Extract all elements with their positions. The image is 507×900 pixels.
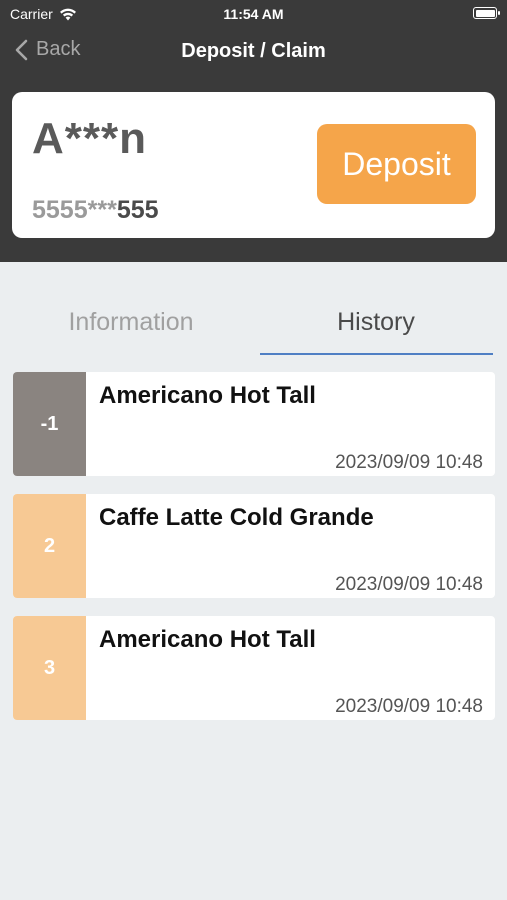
tab-bar: Information History — [0, 300, 507, 356]
item-title: Caffe Latte Cold Grande — [99, 504, 374, 531]
deposit-button[interactable]: Deposit — [317, 124, 476, 204]
history-item[interactable]: 2 Caffe Latte Cold Grande 2023/09/09 10:… — [13, 494, 495, 598]
item-datetime: 2023/09/09 10:48 — [335, 574, 483, 595]
quantity-badge: -1 — [13, 372, 86, 476]
item-title: Americano Hot Tall — [99, 626, 316, 653]
item-datetime: 2023/09/09 10:48 — [335, 696, 483, 717]
member-number-suffix: 555 — [116, 196, 159, 224]
tab-information[interactable]: Information — [10, 308, 252, 337]
active-tab-indicator — [260, 353, 493, 355]
tab-history[interactable]: History — [260, 308, 492, 337]
item-title: Americano Hot Tall — [99, 382, 316, 409]
status-time: 11:54 AM — [223, 6, 284, 22]
header-area: Carrier 11:54 AM Back Deposit / Claim A*… — [0, 0, 507, 262]
quantity-badge: 2 — [13, 494, 86, 598]
member-card: A***n 5555***555 Deposit — [12, 92, 495, 238]
item-datetime: 2023/09/09 10:48 — [335, 452, 483, 473]
status-bar: Carrier 11:54 AM — [0, 0, 507, 28]
battery-icon — [473, 7, 500, 19]
history-item[interactable]: -1 Americano Hot Tall 2023/09/09 10:48 — [13, 372, 495, 476]
member-number: 5555***555 — [32, 196, 159, 225]
history-item[interactable]: 3 Americano Hot Tall 2023/09/09 10:48 — [13, 616, 495, 720]
page-title: Deposit / Claim — [181, 40, 326, 62]
history-list: -1 Americano Hot Tall 2023/09/09 10:48 2… — [13, 372, 495, 738]
member-name: A***n — [32, 114, 148, 163]
quantity-badge: 3 — [13, 616, 86, 720]
navigation-bar: Back Deposit / Claim — [0, 30, 507, 74]
member-number-masked: 5555*** — [32, 196, 117, 224]
